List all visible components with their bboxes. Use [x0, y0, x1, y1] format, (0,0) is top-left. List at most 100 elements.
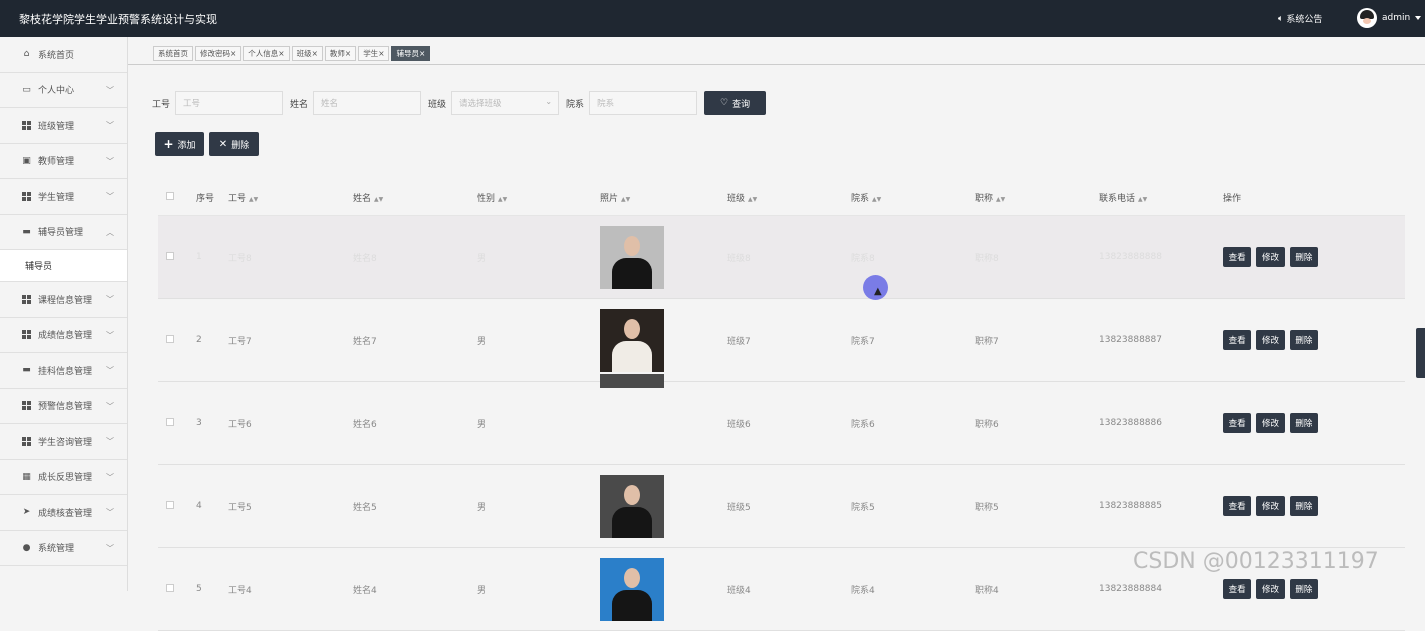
- tab[interactable]: 学生×: [358, 46, 390, 61]
- delete-button[interactable]: 删除: [1289, 579, 1318, 599]
- column-header[interactable]: 院系 ▲▼: [851, 191, 975, 204]
- column-header[interactable]: 性别 ▲▼: [477, 191, 600, 204]
- column-header[interactable]: 照片 ▲▼: [600, 191, 727, 204]
- delete-button[interactable]: 删除: [1289, 247, 1318, 267]
- delete-button[interactable]: 删除: [1289, 496, 1318, 516]
- row-checkbox[interactable]: [166, 251, 174, 260]
- sidebar-item[interactable]: ➤ 成绩核查管理 ﹀: [0, 495, 127, 531]
- tab[interactable]: 修改密码×: [195, 46, 242, 61]
- close-icon[interactable]: ×: [278, 49, 284, 58]
- table-cell: 工号4: [228, 585, 252, 596]
- tab[interactable]: 辅导员×: [391, 46, 431, 61]
- row-checkbox[interactable]: [166, 417, 174, 426]
- sidebar-item[interactable]: ⌂ 系统首页: [0, 37, 127, 73]
- row-checkbox[interactable]: [166, 583, 174, 592]
- column-header[interactable]: 姓名 ▲▼: [353, 191, 477, 204]
- close-icon[interactable]: ×: [345, 49, 351, 58]
- table-cell: 男: [477, 253, 487, 264]
- grid-icon: [21, 120, 32, 131]
- photo-thumbnail: [600, 557, 664, 621]
- column-header[interactable]: 联系电话 ▲▼: [1099, 191, 1223, 204]
- table-cell: 姓名4: [353, 585, 377, 596]
- dept-input[interactable]: 院系: [589, 91, 698, 115]
- tab[interactable]: 系统首页: [153, 46, 193, 61]
- sidebar-item[interactable]: 课程信息管理 ﹀: [0, 282, 127, 318]
- edit-button[interactable]: 修改: [1256, 579, 1285, 599]
- delete-button-label: 删除: [231, 140, 250, 151]
- view-button[interactable]: 查看: [1223, 330, 1252, 350]
- name-label: 姓名: [290, 99, 309, 110]
- sidebar-item[interactable]: ● 系统管理 ﹀: [0, 531, 127, 566]
- table-cell: 5: [196, 584, 202, 594]
- sidebar-item[interactable]: 学生咨询管理 ﹀: [0, 424, 127, 460]
- edit-button[interactable]: 修改: [1256, 247, 1285, 267]
- table-row[interactable]: 4 工号5 姓名5 男 班级5 院系5 职称5 13823888885 查看 修改 删除: [158, 465, 1405, 548]
- sidebar-item[interactable]: 成绩信息管理 ﹀: [0, 318, 127, 353]
- row-checkbox[interactable]: [166, 334, 174, 343]
- sidebar-item[interactable]: ▣ 教师管理 ﹀: [0, 144, 127, 179]
- sidebar-subitem[interactable]: 辅导员: [0, 250, 127, 282]
- column-header[interactable]: 工号 ▲▼: [228, 191, 353, 204]
- column-header[interactable]: 班级 ▲▼: [727, 191, 851, 204]
- class-select[interactable]: 请选择班级 ⌄: [451, 91, 560, 115]
- dept-placeholder: 院系: [597, 99, 615, 109]
- delete-button[interactable]: 删除: [1289, 330, 1318, 350]
- sidebar-item-label: 教师管理: [38, 157, 75, 168]
- tabs: 系统首页 修改密码× 个人信息× 班级× 教师× 学生× 辅导员×: [153, 46, 431, 61]
- edit-button[interactable]: 修改: [1256, 496, 1285, 516]
- close-icon[interactable]: ×: [378, 49, 384, 58]
- table-row[interactable]: 2 工号7 姓名7 男 班级7 院系7 职称7 13823888887 查看 修改 删除: [158, 299, 1405, 382]
- close-icon[interactable]: ×: [230, 49, 236, 58]
- grid-icon: [21, 294, 32, 305]
- sidebar-item[interactable]: 预警信息管理 ﹀: [0, 389, 127, 424]
- sidebar-item[interactable]: ▭ 个人中心 ﹀: [0, 73, 127, 108]
- user-icon: ●: [22, 542, 31, 553]
- sidebar-item-label: 个人中心: [38, 86, 75, 97]
- column-header[interactable]: 职称 ▲▼: [975, 191, 1099, 204]
- close-icon[interactable]: ×: [419, 49, 425, 58]
- sidebar-item[interactable]: ▦ 成长反思管理 ﹀: [0, 460, 127, 495]
- search-button[interactable]: ♡ 查询: [704, 91, 767, 115]
- tab-label: 班级: [296, 49, 312, 58]
- row-checkbox[interactable]: [166, 500, 174, 509]
- id-input[interactable]: 工号: [175, 91, 284, 115]
- grid-icon: [21, 400, 32, 411]
- view-button[interactable]: 查看: [1223, 579, 1252, 599]
- table-cell: 姓名5: [353, 502, 377, 513]
- tab[interactable]: 教师×: [324, 46, 357, 61]
- edit-button[interactable]: 修改: [1256, 413, 1285, 433]
- table-cell: 2: [196, 335, 202, 345]
- id-placeholder: 工号: [183, 99, 201, 109]
- scrollbar-thumb[interactable]: [1416, 328, 1425, 378]
- view-button[interactable]: 查看: [1223, 247, 1252, 267]
- chevron-down-icon: ﹀: [106, 437, 114, 446]
- table-row[interactable]: 1 工号8 姓名8 男 班级8 院系8 职称8 13823888888 查看 修改 删除: [158, 216, 1405, 299]
- delete-button[interactable]: 删除: [1289, 413, 1318, 433]
- tab[interactable]: 班级×: [291, 46, 323, 61]
- sort-icon: ▲▼: [498, 195, 508, 203]
- system-notice-link[interactable]: 🔈︎ 系统公告: [1278, 12, 1322, 26]
- sidebar-item[interactable]: 班级管理 ﹀: [0, 108, 127, 144]
- id-label: 工号: [152, 99, 171, 110]
- photo-thumbnail: [600, 308, 664, 372]
- view-button[interactable]: 查看: [1223, 496, 1252, 516]
- sidebar-item[interactable]: 学生管理 ﹀: [0, 179, 127, 215]
- table-cell: 职称4: [975, 585, 999, 596]
- sidebar-item-label: 学生管理: [38, 192, 75, 203]
- table-cell: 工号7: [228, 336, 252, 347]
- sidebar-item[interactable]: ▬ 辅导员管理 ︿: [0, 215, 127, 250]
- bulk-delete-button[interactable]: ✕ 删除: [209, 132, 259, 156]
- table-cell: 院系4: [851, 585, 875, 596]
- close-icon: ✕: [218, 138, 228, 150]
- edit-button[interactable]: 修改: [1256, 330, 1285, 350]
- tab[interactable]: 个人信息×: [243, 46, 290, 61]
- sidebar-item[interactable]: ▬ 挂科信息管理 ﹀: [0, 353, 127, 389]
- sidebar-item-label: 学生咨询管理: [38, 437, 93, 448]
- add-button[interactable]: + 添加: [155, 132, 204, 156]
- user-menu[interactable]: admin: [1357, 8, 1422, 28]
- table-row[interactable]: 3 工号6 姓名6 男 班级6 院系6 职称6 13823888886 查看 修改 删除: [158, 374, 1405, 465]
- close-icon[interactable]: ×: [312, 49, 318, 58]
- name-input[interactable]: 姓名: [313, 91, 422, 115]
- select-all-checkbox[interactable]: [166, 191, 174, 200]
- view-button[interactable]: 查看: [1223, 413, 1252, 433]
